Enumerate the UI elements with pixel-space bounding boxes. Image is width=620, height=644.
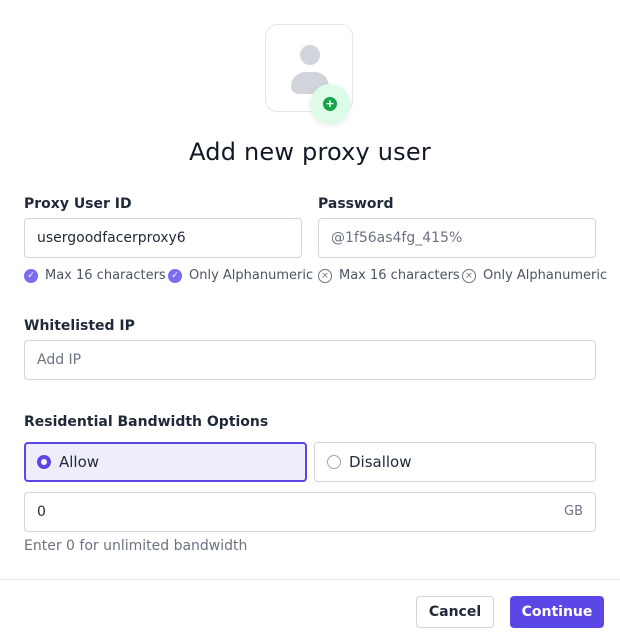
bandwidth-options-label: Residential Bandwidth Options xyxy=(24,414,269,430)
whitelisted-ip-input[interactable]: Add IP xyxy=(24,340,596,380)
radio-unselected-icon xyxy=(327,455,341,469)
x-circle-icon: × xyxy=(318,268,332,283)
x-circle-icon: × xyxy=(462,268,476,283)
option-label: Allow xyxy=(59,453,100,471)
add-user-badge: + xyxy=(310,84,350,124)
proxy-user-id-rule-length: ✓ Max 16 characters xyxy=(24,268,166,283)
rule-text: Max 16 characters xyxy=(339,268,460,283)
option-label: Disallow xyxy=(349,453,412,471)
continue-button[interactable]: Continue xyxy=(510,596,604,628)
whitelisted-ip-label: Whitelisted IP xyxy=(24,318,135,334)
password-rule-alnum: × Only Alphanumeric xyxy=(462,268,607,283)
proxy-user-id-rule-alnum: ✓ Only Alphanumeric xyxy=(168,268,313,283)
bandwidth-amount-value: 0 xyxy=(37,504,46,520)
cancel-button[interactable]: Cancel xyxy=(416,596,494,628)
footer-divider xyxy=(0,579,620,580)
check-circle-icon: ✓ xyxy=(24,268,38,283)
proxy-user-id-label: Proxy User ID xyxy=(24,196,132,212)
radio-selected-icon xyxy=(37,455,51,469)
bandwidth-hint: Enter 0 for unlimited bandwidth xyxy=(24,538,248,554)
rule-text: Only Alphanumeric xyxy=(483,268,608,283)
rule-text: Max 16 characters xyxy=(45,268,166,283)
unit-label: GB xyxy=(564,504,583,519)
bandwidth-option-allow[interactable]: Allow xyxy=(24,442,307,482)
dialog-title: Add new proxy user xyxy=(189,138,431,166)
bandwidth-amount-input[interactable]: 0 GB xyxy=(24,492,596,532)
password-label: Password xyxy=(318,196,394,212)
check-circle-icon: ✓ xyxy=(168,268,182,283)
plus-icon: + xyxy=(323,97,337,111)
rule-text: Only Alphanumeric xyxy=(189,268,314,283)
password-rule-length: × Max 16 characters xyxy=(318,268,460,283)
proxy-user-id-input[interactable]: usergoodfacerproxy6 xyxy=(24,218,302,258)
password-input[interactable]: @1f56as4fg_415% xyxy=(318,218,596,258)
bandwidth-option-disallow[interactable]: Disallow xyxy=(314,442,596,482)
